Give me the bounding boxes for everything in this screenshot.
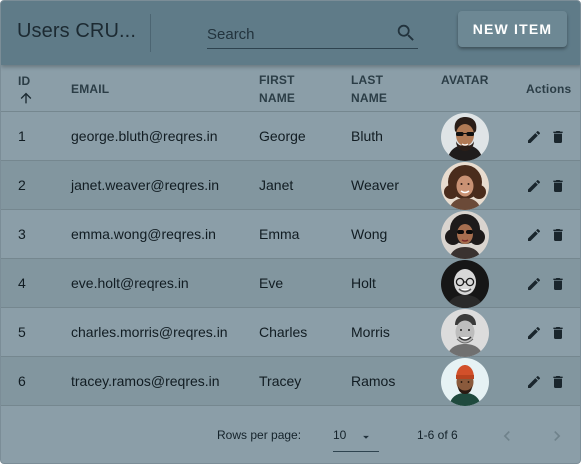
column-header-actions: Actions	[526, 82, 572, 96]
man-beanie-avatar	[441, 358, 489, 406]
toolbar-divider	[150, 14, 151, 52]
smiling-man-avatar	[441, 309, 489, 357]
woman-curly-hair-avatar	[441, 162, 489, 210]
cell-email: tracey.ramos@reqres.in	[71, 373, 220, 389]
pencil-icon[interactable]	[526, 129, 542, 145]
search-icon[interactable]	[395, 22, 417, 44]
cell-last-name: Wong	[351, 226, 388, 242]
chevron-right-icon[interactable]	[547, 426, 567, 446]
table-row: 2 janet.weaver@reqres.in Janet Weaver	[1, 161, 580, 210]
table-row: 4 eve.holt@reqres.in Eve Holt	[1, 259, 580, 308]
bald-man-glasses-avatar	[441, 260, 489, 308]
caret-down-icon	[363, 435, 369, 439]
pagination-footer: Rows per page: 10 1-6 of 6	[1, 406, 580, 463]
cell-email: emma.wong@reqres.in	[71, 226, 216, 242]
users-crud-app: Users CRU... NEW ITEM ID EMAIL FIRST NAM…	[0, 0, 581, 464]
rows-per-page-label: Rows per page:	[217, 428, 302, 442]
pencil-icon[interactable]	[526, 227, 542, 243]
column-header-last-name[interactable]: LAST NAME	[351, 71, 411, 107]
trash-icon[interactable]	[550, 178, 566, 194]
chevron-left-icon[interactable]	[497, 426, 517, 446]
new-item-button[interactable]: NEW ITEM	[458, 11, 567, 47]
toolbar: Users CRU... NEW ITEM	[1, 1, 580, 65]
pencil-icon[interactable]	[526, 276, 542, 292]
arrow-up-icon[interactable]	[18, 90, 34, 106]
cell-last-name: Morris	[351, 324, 390, 340]
column-header-first-name[interactable]: FIRST NAME	[259, 71, 319, 107]
cell-email: janet.weaver@reqres.in	[71, 177, 220, 193]
cell-last-name: Holt	[351, 275, 376, 291]
cell-id: 1	[18, 128, 26, 144]
cell-id: 4	[18, 275, 26, 291]
cell-last-name: Weaver	[351, 177, 399, 193]
cell-last-name: Bluth	[351, 128, 383, 144]
table-row: 3 emma.wong@reqres.in Emma Wong	[1, 210, 580, 259]
pencil-icon[interactable]	[526, 178, 542, 194]
woman-sunglasses-avatar	[441, 211, 489, 259]
pencil-icon[interactable]	[526, 325, 542, 341]
cell-id: 6	[18, 373, 26, 389]
cell-last-name: Ramos	[351, 373, 396, 389]
trash-icon[interactable]	[550, 129, 566, 145]
column-header-avatar[interactable]: AVATAR	[441, 71, 489, 89]
pencil-icon[interactable]	[526, 374, 542, 390]
column-header-email[interactable]: EMAIL	[71, 80, 109, 98]
cell-email: george.bluth@reqres.in	[71, 128, 218, 144]
cell-first-name: Charles	[259, 324, 308, 340]
cell-first-name: Janet	[259, 177, 294, 193]
cell-email: charles.morris@reqres.in	[71, 324, 228, 340]
cell-first-name: Tracey	[259, 373, 302, 389]
column-header-id[interactable]: ID	[18, 72, 30, 90]
search-input[interactable]	[207, 23, 387, 45]
trash-icon[interactable]	[550, 325, 566, 341]
cell-first-name: Emma	[259, 226, 300, 242]
table-row: 6 tracey.ramos@reqres.in Tracey Ramos	[1, 357, 580, 406]
man-sunglasses-avatar	[441, 113, 489, 161]
table-row: 1 george.bluth@reqres.in George Bluth	[1, 112, 580, 161]
table-row: 5 charles.morris@reqres.in Charles Morri…	[1, 308, 580, 357]
rows-per-page-value: 10	[333, 428, 347, 442]
trash-icon[interactable]	[550, 276, 566, 292]
cell-email: eve.holt@reqres.in	[71, 275, 189, 291]
table-header: ID EMAIL FIRST NAME LAST NAME AVATAR Act…	[1, 65, 580, 112]
page-title: Users CRU...	[17, 20, 136, 42]
cell-id: 2	[18, 177, 26, 193]
search-field	[207, 19, 418, 49]
rows-per-page-select[interactable]: 10	[333, 422, 379, 452]
cell-id: 3	[18, 226, 26, 242]
cell-id: 5	[18, 324, 26, 340]
trash-icon[interactable]	[550, 227, 566, 243]
cell-first-name: Eve	[259, 275, 284, 291]
cell-first-name: George	[259, 128, 306, 144]
trash-icon[interactable]	[550, 374, 566, 390]
page-range-text: 1-6 of 6	[417, 428, 458, 442]
